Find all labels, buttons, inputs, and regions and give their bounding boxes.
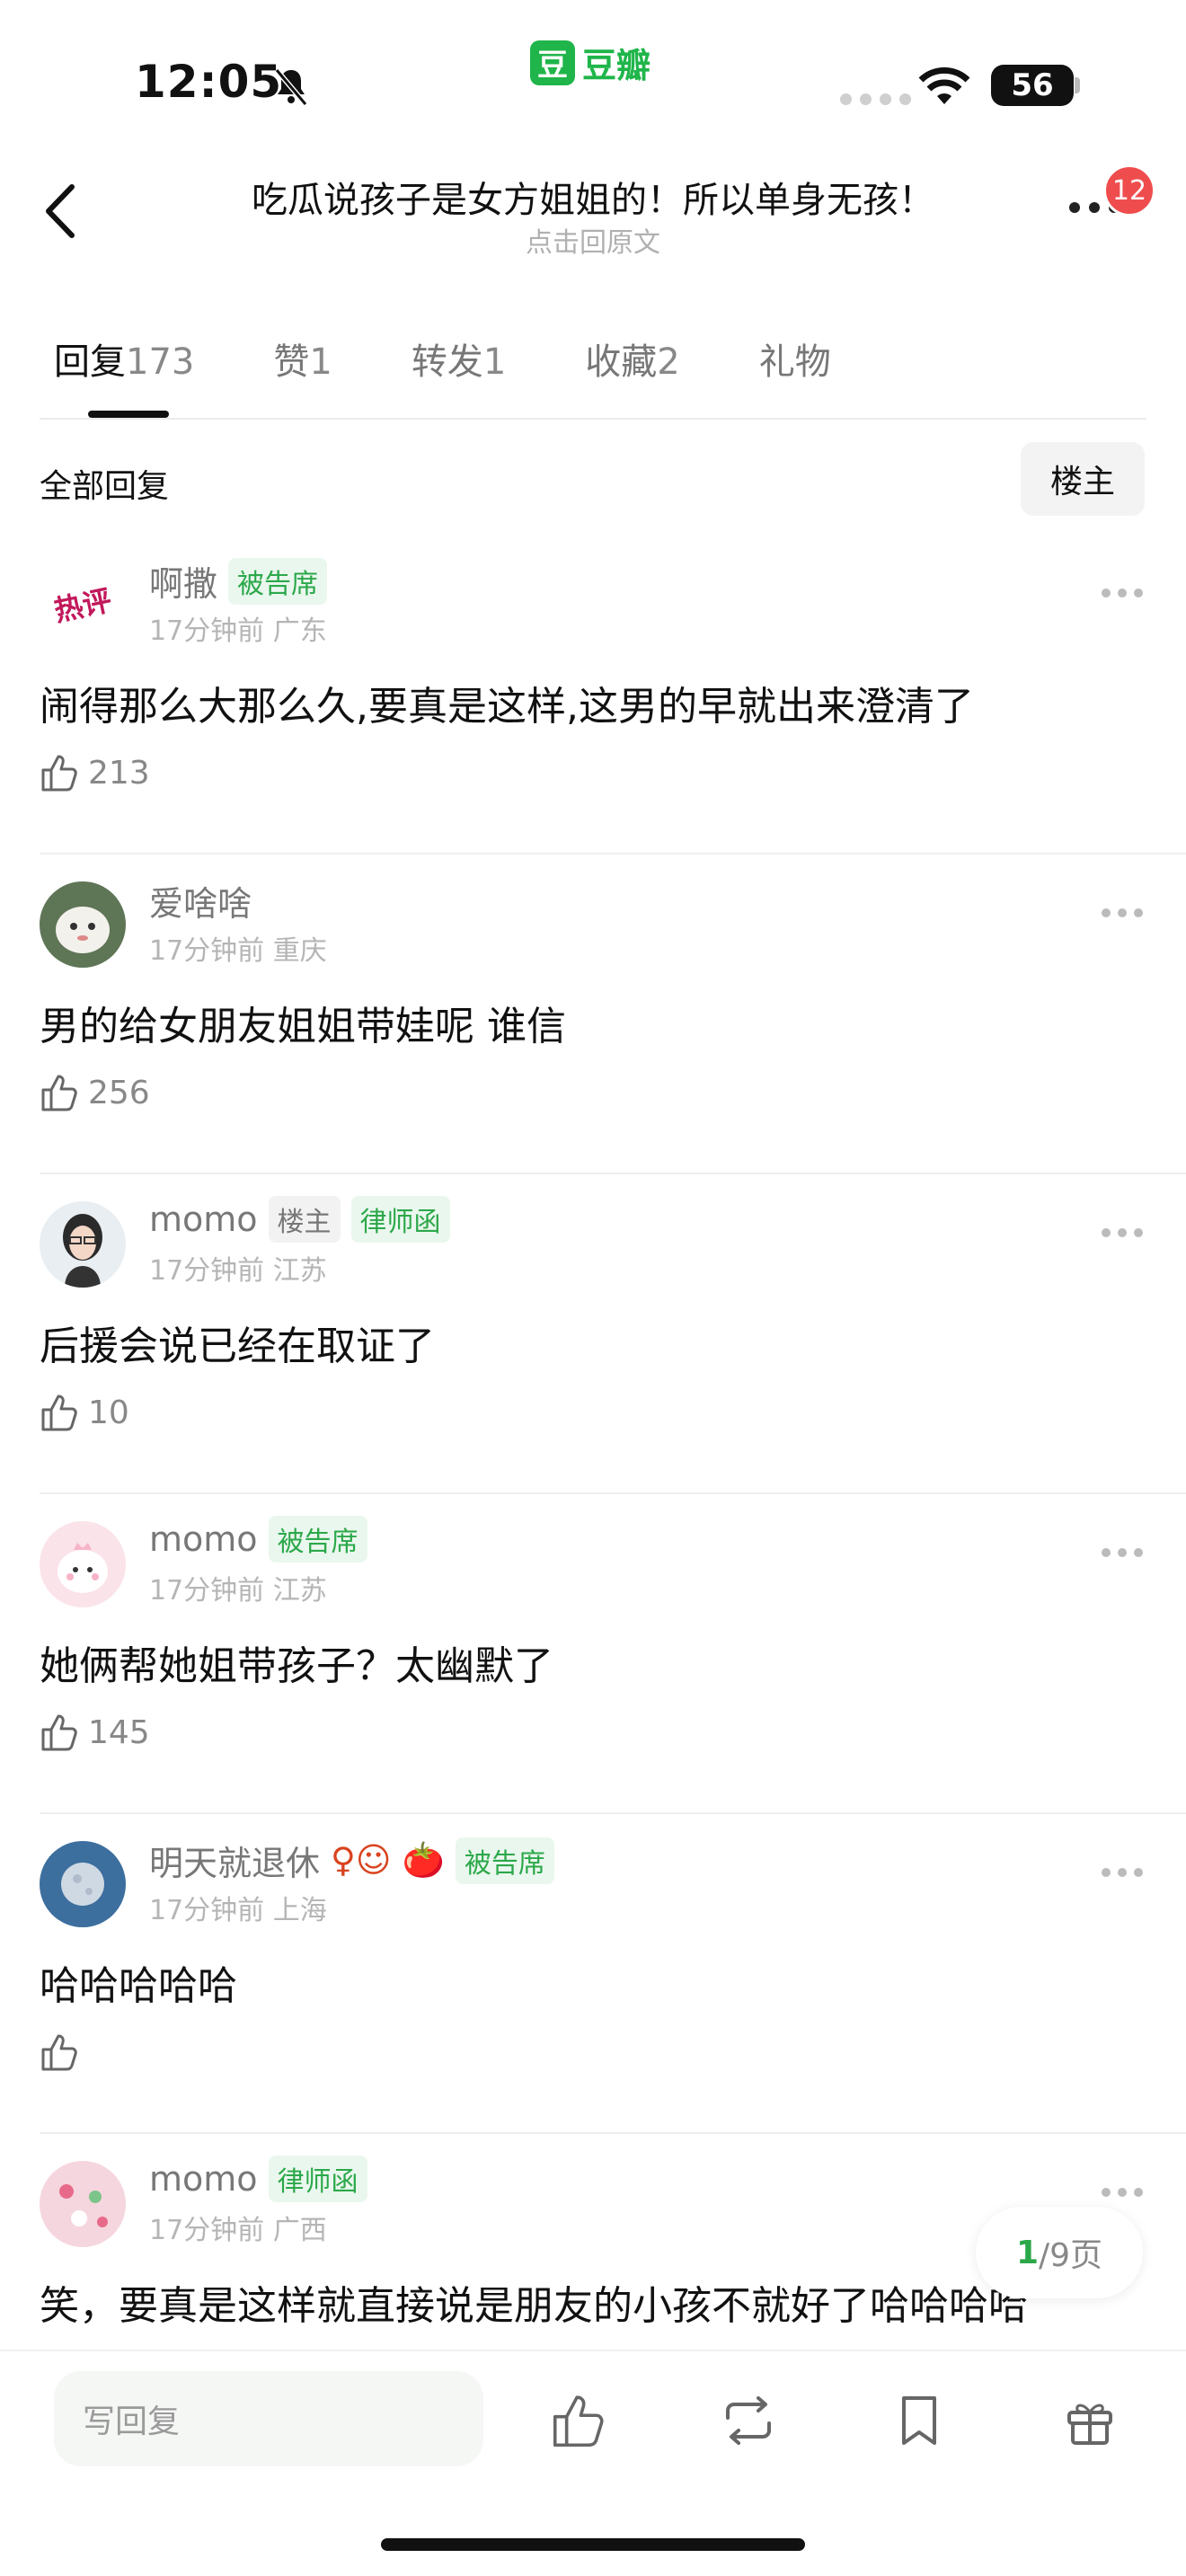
like-count: 256 bbox=[88, 1074, 150, 1111]
comment-meta: 17分钟前 上海 bbox=[149, 1895, 327, 1926]
like-button[interactable]: 213 bbox=[40, 752, 150, 793]
tab-likes[interactable]: 赞1 bbox=[273, 332, 332, 385]
comment-text: 男的给女朋友姐姐带娃呢 谁信 bbox=[40, 1004, 566, 1049]
comment-item: 爱啥啥 17分钟前 重庆 男的给女朋友姐姐带娃呢 谁信 256 bbox=[0, 854, 1186, 1174]
thumbs-up-icon bbox=[41, 2034, 77, 2071]
bottom-action-bar: 写回复 bbox=[0, 2350, 1186, 2576]
home-indicator bbox=[381, 2538, 805, 2551]
user-tag: 被告席 bbox=[228, 557, 328, 605]
comment-more-button[interactable] bbox=[1102, 589, 1143, 598]
douban-logo-icon: 豆 bbox=[530, 40, 575, 85]
divider bbox=[40, 418, 1146, 420]
like-count: 10 bbox=[88, 1394, 129, 1431]
username[interactable]: momo bbox=[149, 1199, 258, 1239]
comment-text: 笑，要真是这样就直接说是朋友的小孩不就好了哈哈哈哈 bbox=[40, 2283, 1028, 2329]
comment-text: 她俩帮她姐带孩子？太幽默了 bbox=[40, 1643, 553, 1689]
comment-text: 后援会说已经在取证了 bbox=[40, 1323, 435, 1369]
thumbs-up-icon bbox=[41, 1075, 77, 1111]
comment-meta: 17分钟前 江苏 bbox=[149, 1575, 327, 1607]
comment-more-button[interactable] bbox=[1102, 908, 1143, 917]
user-tag: 律师函 bbox=[350, 1196, 450, 1243]
username[interactable]: 明天就退休 bbox=[149, 1836, 320, 1885]
tab-bar: 回复173 赞1 转发1 收藏2 礼物 bbox=[54, 332, 910, 385]
back-arrow-icon[interactable] bbox=[40, 180, 84, 243]
cellular-signal-icon bbox=[840, 93, 911, 105]
tab-replies[interactable]: 回复173 bbox=[54, 332, 194, 385]
comment-more-button[interactable] bbox=[1102, 1228, 1143, 1237]
thumbs-up-icon bbox=[41, 1714, 77, 1751]
username[interactable]: 啊撒 bbox=[149, 556, 217, 606]
back-to-post-link[interactable]: 点击回原文 bbox=[180, 220, 1006, 260]
tab-gifts[interactable]: 礼物 bbox=[759, 332, 831, 385]
avatar[interactable] bbox=[40, 881, 126, 968]
comment-text: 闹得那么大那么久,要真是这样,这男的早就出来澄清了 bbox=[40, 684, 974, 730]
like-button[interactable]: 145 bbox=[40, 1712, 150, 1753]
gift-icon[interactable] bbox=[1060, 2391, 1120, 2450]
comment-more-button[interactable] bbox=[1102, 1548, 1143, 1557]
page-indicator[interactable]: 1/9页 bbox=[976, 2207, 1143, 2298]
bookmark-icon[interactable] bbox=[890, 2391, 949, 2450]
avatar[interactable] bbox=[40, 1841, 126, 1927]
tab-reposts[interactable]: 转发1 bbox=[412, 332, 506, 385]
post-title[interactable]: 吃瓜说孩子是女方姐姐的！所以单身无孩！ bbox=[180, 171, 1006, 223]
comment-meta: 17分钟前 重庆 bbox=[149, 935, 327, 967]
thumbs-up-icon bbox=[41, 755, 77, 792]
like-button[interactable]: 10 bbox=[40, 1392, 129, 1433]
thumbs-up-icon[interactable] bbox=[550, 2391, 609, 2450]
comment-item: momo 被告席 17分钟前 江苏 她俩帮她姐带孩子？太幽默了 145 bbox=[0, 1494, 1186, 1814]
repost-icon[interactable] bbox=[719, 2391, 778, 2450]
comment-meta: 17分钟前 广东 bbox=[149, 615, 327, 647]
comment-item: momo 楼主 律师函 17分钟前 江苏 后援会说已经在取证了 10 bbox=[0, 1174, 1186, 1494]
comment-more-button[interactable] bbox=[1102, 2188, 1143, 2197]
user-tag: 楼主 bbox=[268, 1196, 341, 1243]
comment-item: 热评 啊撒 被告席 17分钟前 广东 闹得那么大那么久,要真是这样,这男的早就出… bbox=[0, 535, 1186, 854]
reply-input[interactable]: 写回复 bbox=[54, 2371, 483, 2466]
owner-only-button[interactable]: 楼主 bbox=[1021, 442, 1145, 516]
section-title: 全部回复 bbox=[40, 468, 170, 505]
user-tag: 被告席 bbox=[455, 1837, 554, 1884]
notification-badge[interactable]: 12 bbox=[1103, 164, 1155, 217]
username[interactable]: 爱啥啥 bbox=[149, 876, 252, 925]
avatar[interactable] bbox=[40, 1201, 126, 1288]
app-indicator: 豆 豆瓣 bbox=[530, 38, 651, 87]
user-tag: 律师函 bbox=[268, 2156, 367, 2202]
username[interactable]: momo bbox=[149, 1519, 258, 1559]
comment-text: 哈哈哈哈哈 bbox=[40, 1963, 237, 2009]
like-button[interactable]: 256 bbox=[40, 1072, 150, 1113]
avatar[interactable] bbox=[40, 1521, 126, 1607]
comment-meta: 17分钟前 广西 bbox=[149, 2215, 327, 2246]
avatar[interactable]: 热评 bbox=[40, 562, 126, 648]
clock: 12:05 bbox=[135, 56, 283, 108]
thumbs-up-icon bbox=[41, 1394, 77, 1431]
app-name: 豆瓣 bbox=[582, 46, 651, 85]
battery-indicator: 56 bbox=[991, 65, 1074, 106]
avatar[interactable] bbox=[40, 2161, 126, 2247]
like-button[interactable] bbox=[40, 2032, 88, 2073]
status-bar: 12:05 豆 豆瓣 56 bbox=[0, 0, 1186, 144]
battery-tip bbox=[1075, 77, 1080, 93]
svg-text:热评: 热评 bbox=[51, 583, 115, 628]
username[interactable]: momo bbox=[149, 2159, 258, 2199]
like-count: 145 bbox=[88, 1713, 150, 1751]
like-count: 213 bbox=[88, 754, 150, 792]
comment-meta: 17分钟前 江苏 bbox=[149, 1255, 327, 1287]
comment-more-button[interactable] bbox=[1102, 1868, 1143, 1877]
comment-item: 明天就退休 ♀☺ 🍅 被告席 17分钟前 上海 哈哈哈哈哈 bbox=[0, 1814, 1186, 2134]
user-tag: 被告席 bbox=[268, 1516, 367, 1562]
active-tab-indicator bbox=[88, 411, 169, 418]
tab-collections[interactable]: 收藏2 bbox=[585, 332, 679, 385]
username-emoji: ♀☺ 🍅 bbox=[331, 1840, 445, 1880]
bell-muted-icon bbox=[274, 68, 308, 106]
wifi-icon bbox=[918, 66, 970, 104]
